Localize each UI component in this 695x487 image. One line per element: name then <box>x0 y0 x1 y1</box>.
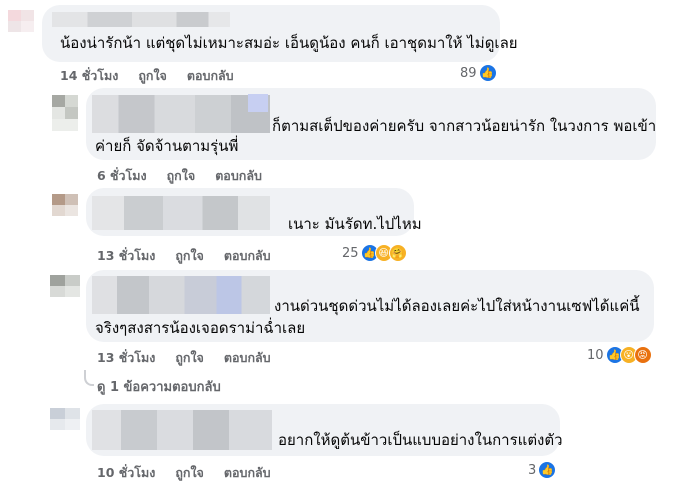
reaction-summary[interactable]: 3 👍 <box>528 461 557 479</box>
comment-actions: 6 ชั่วโมง ถูกใจ ตอบกลับ <box>97 166 282 186</box>
reply-button[interactable]: ตอบกลับ <box>187 68 234 83</box>
reply-thread-line <box>84 370 94 386</box>
reaction-count: 25 <box>342 245 359 261</box>
comment-time[interactable]: 10 ชั่วโมง <box>97 465 155 480</box>
comment-actions: 13 ชั่วโมง ถูกใจ ตอบกลับ <box>97 246 291 266</box>
comment-actions: 10 ชั่วโมง ถูกใจ ตอบกลับ <box>97 463 291 483</box>
commenter-name-blurred[interactable] <box>92 95 270 133</box>
reply-button[interactable]: ตอบกลับ <box>224 248 271 263</box>
comment-time[interactable]: 6 ชั่วโมง <box>97 168 147 183</box>
reaction-count: 3 <box>528 462 537 478</box>
comment-text: ก็ตามสเต็ปของค่ายครับ จากสาวน้อยน่ารัก ใ… <box>272 117 657 135</box>
commenter-name-blurred[interactable] <box>92 410 272 450</box>
avatar[interactable] <box>52 194 78 216</box>
like-button[interactable]: ถูกใจ <box>167 168 196 183</box>
like-button[interactable]: ถูกใจ <box>138 68 167 83</box>
reaction-summary[interactable]: 25 👍 😆 🤗 <box>342 244 407 262</box>
avatar[interactable] <box>8 10 34 32</box>
avatar[interactable] <box>50 275 80 297</box>
comment-time[interactable]: 13 ชั่วโมง <box>97 248 155 263</box>
comment-text: จริงๆสงสารน้องเจอดราม่าฉ่ำเลย <box>95 319 306 337</box>
like-button[interactable]: ถูกใจ <box>175 465 204 480</box>
comment-time[interactable]: 13 ชั่วโมง <box>97 350 155 365</box>
avatar[interactable] <box>50 408 80 430</box>
angry-icon: 😡 <box>633 346 652 364</box>
comment-time[interactable]: 14 ชั่วโมง <box>60 68 118 83</box>
comment-text: ค่ายก็ จัดจ้านตามรุ่นพี่ <box>95 137 239 155</box>
reply-button[interactable]: ตอบกลับ <box>224 350 271 365</box>
reaction-count: 89 <box>460 65 477 81</box>
commenter-name-blurred[interactable] <box>52 12 230 27</box>
comment-actions: 14 ชั่วโมง ถูกใจ ตอบกลับ <box>60 66 254 86</box>
reaction-count: 10 <box>587 347 604 363</box>
reply-button[interactable]: ตอบกลับ <box>224 465 271 480</box>
comment-actions: 13 ชั่วโมง ถูกใจ ตอบกลับ <box>97 348 291 368</box>
view-replies-link[interactable]: ดู 1 ข้อความตอบกลับ <box>97 376 221 397</box>
commenter-name-blurred[interactable] <box>92 196 270 230</box>
care-icon: 🤗 <box>388 244 407 262</box>
commenter-name-blurred[interactable] <box>92 276 270 314</box>
like-button[interactable]: ถูกใจ <box>175 350 204 365</box>
commenter-name-blurred <box>248 94 268 112</box>
comment-text: น้องน่ารักน้า แต่ชุดไม่เหมาะสมอ่ะ เอ็นดู… <box>60 34 518 52</box>
avatar[interactable] <box>52 95 78 135</box>
like-button[interactable]: ถูกใจ <box>175 248 204 263</box>
reaction-summary[interactable]: 89 👍 <box>460 64 497 82</box>
like-icon: 👍 <box>538 461 557 479</box>
comment-text: เนาะ มันรัดท.ไปไหม <box>288 215 422 233</box>
comment-text: งานด่วนชุดด่วนไม่ได้ลองเลยค่ะไปใส่หน้างา… <box>274 297 640 315</box>
reaction-summary[interactable]: 10 👍 😮 😡 <box>587 346 652 364</box>
like-icon: 👍 <box>478 64 497 82</box>
comment-text: อยากให้ดูต้นข้าวเป็นแบบอย่างในการแต่งตัว <box>278 431 563 449</box>
reply-button[interactable]: ตอบกลับ <box>215 168 262 183</box>
